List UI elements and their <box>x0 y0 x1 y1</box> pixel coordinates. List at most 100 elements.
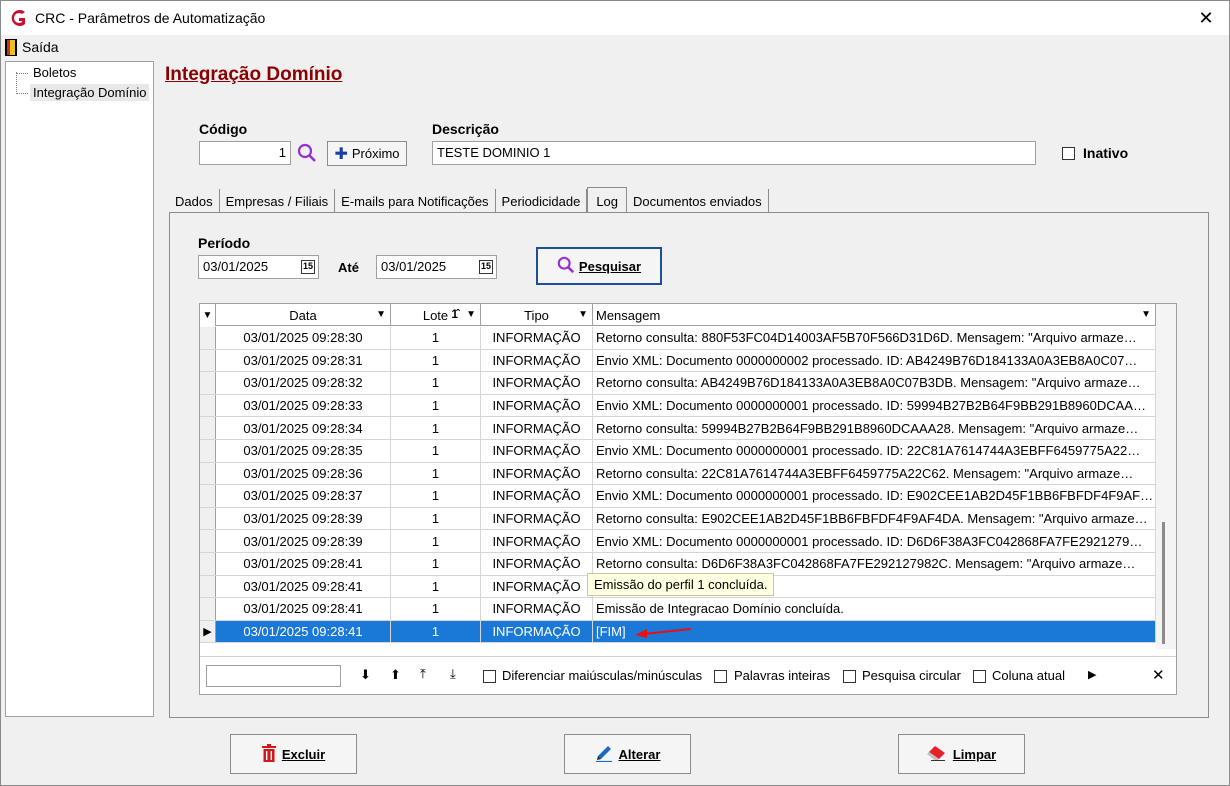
pesquisar-button[interactable]: Pesquisar <box>536 247 662 285</box>
tab-strip: Dados Empresas / Filiais E-mails para No… <box>169 187 769 214</box>
table-row[interactable]: 03/01/2025 09:28:31 1 INFORMAÇÃO Envio XML:… <box>200 349 1156 373</box>
column-header-label: Tipo <box>524 307 549 323</box>
excluir-button[interactable]: Excluir <box>230 734 357 774</box>
app-logo-icon <box>8 8 28 28</box>
current-row-indicator-icon: ▶ <box>203 626 212 639</box>
current-column-label: Coluna atual <box>992 668 1065 683</box>
find-first-icon[interactable]: ⤒ <box>420 666 426 682</box>
date-to-input[interactable]: 03/01/2025 15 <box>376 255 497 279</box>
whole-words-checkbox[interactable] <box>714 670 727 683</box>
tab-documentos-enviados[interactable]: Documentos enviados <box>627 189 769 213</box>
sort-ascending-icon[interactable]: 1̂ <box>451 307 458 321</box>
filter-icon[interactable]: ▼ <box>1141 309 1151 320</box>
calendar-icon[interactable]: 15 <box>479 260 493 274</box>
tab-empresas-filiais[interactable]: Empresas / Filiais <box>219 189 336 213</box>
date-from-value: 03/01/2025 <box>203 259 269 274</box>
close-find-bar-icon[interactable]: ✕ <box>1152 666 1165 684</box>
tree-item-integracao-dominio[interactable]: Integração Domínio <box>6 84 150 101</box>
tab-periodicidade[interactable]: Periodicidade <box>495 189 588 213</box>
tree-item-label: Integração Domínio <box>30 84 150 101</box>
table-row[interactable]: 03/01/2025 09:28:35 1 INFORMAÇÃO Envio XML:… <box>200 439 1156 463</box>
table-row[interactable]: 03/01/2025 09:28:32 1 INFORMAÇÃO Retorno co… <box>200 372 1156 395</box>
alterar-label: Alterar <box>618 746 661 762</box>
calendar-icon[interactable]: 15 <box>301 260 315 274</box>
scrollbar-thumb[interactable] <box>1162 522 1165 644</box>
periodo-label: Período <box>198 235 251 251</box>
filter-icon[interactable]: ▼ <box>466 309 476 320</box>
column-header-mensagem[interactable]: Mensagem ▼ <box>593 304 1156 326</box>
find-input[interactable] <box>206 665 341 687</box>
codigo-input[interactable]: 1 <box>199 141 291 165</box>
table-row[interactable]: 03/01/2025 09:28:34 1 INFORMAÇÃO Retorno co… <box>200 417 1156 440</box>
tab-emails-notificacoes[interactable]: E-mails para Notificações <box>335 189 496 213</box>
column-header-data[interactable]: Data ▼ <box>216 304 391 326</box>
find-last-icon[interactable]: ⤓ <box>450 666 456 682</box>
search-icon <box>557 256 575 277</box>
proximo-label: Próximo <box>351 146 400 161</box>
proximo-button[interactable]: ✚ Próximo <box>327 141 407 166</box>
title-bar: CRC - Parâmetros de Automatização ✕ <box>1 1 1229 35</box>
tree-item-label: Boletos <box>33 65 77 80</box>
filter-icon[interactable]: ▼ <box>578 309 588 320</box>
limpar-label: Limpar <box>952 746 997 762</box>
circular-search-checkbox[interactable] <box>843 670 856 683</box>
table-row[interactable]: 03/01/2025 09:28:37 1 INFORMAÇÃO Envio XML:… <box>200 485 1156 508</box>
cell-tooltip: Emissão do perfil 1 concluída. <box>587 573 775 596</box>
tab-log[interactable]: Log <box>587 187 628 214</box>
date-from-input[interactable]: 03/01/2025 15 <box>198 255 319 279</box>
find-bar: ⬇ ⬆ ⤒ ⤓ Diferenciar maiúsculas/minúscula… <box>200 656 1176 694</box>
menu-exit-label: Saída <box>22 39 59 55</box>
table-row[interactable]: 03/01/2025 09:28:33 1 INFORMAÇÃO Envio XML:… <box>200 394 1156 418</box>
table-row[interactable]: 03/01/2025 09:28:41 1 INFORMAÇÃO Emissão de… <box>200 598 1156 621</box>
find-next-icon[interactable]: ⬇ <box>360 667 371 683</box>
row-selector-header[interactable]: ▼ <box>200 304 216 326</box>
limpar-button[interactable]: Limpar <box>898 734 1025 774</box>
circular-search-label: Pesquisa circular <box>862 668 961 683</box>
nav-tree: Boletos Integração Domínio <box>5 61 154 717</box>
plus-icon: ✚ <box>334 145 348 163</box>
find-previous-icon[interactable]: ⬆ <box>390 667 401 683</box>
menu-bar: Saída <box>1 35 1229 59</box>
table-row[interactable]: 03/01/2025 09:28:36 1 INFORMAÇÃO Retorno co… <box>200 462 1156 486</box>
red-arrow-annotation <box>633 625 693 642</box>
exit-door-icon <box>5 38 17 56</box>
descricao-input[interactable]: TESTE DOMINIO 1 <box>432 141 1036 165</box>
codigo-label: Código <box>199 121 248 137</box>
column-header-lote[interactable]: Lote 1̂ ▼ <box>391 304 481 326</box>
triangle-down-icon: ▼ <box>202 309 213 321</box>
grid-header: ▼ Data ▼ Lote 1̂ ▼ Tipo ▼ Mensagem ▼ <box>200 304 1156 326</box>
column-header-label: Data <box>289 307 317 323</box>
inativo-label: Inativo <box>1083 145 1129 161</box>
filter-icon[interactable]: ▼ <box>376 309 386 320</box>
column-header-label: Lote <box>422 307 449 323</box>
case-sensitive-checkbox[interactable] <box>483 670 496 683</box>
table-row[interactable]: 03/01/2025 09:28:39 1 INFORMAÇÃO Retorno co… <box>200 507 1156 531</box>
pencil-icon <box>595 744 613 765</box>
eraser-icon <box>926 745 947 764</box>
excluir-label: Excluir <box>281 746 326 762</box>
current-column-checkbox[interactable] <box>973 670 986 683</box>
descricao-label: Descrição <box>432 121 499 137</box>
column-header-label: Mensagem <box>596 307 661 323</box>
more-options-arrow-icon[interactable]: ▶ <box>1088 668 1096 681</box>
window-title: CRC - Parâmetros de Automatização <box>35 10 266 26</box>
menu-exit[interactable]: Saída <box>5 38 59 56</box>
grid-vertical-scrollbar[interactable] <box>1156 304 1176 649</box>
inativo-checkbox[interactable] <box>1062 147 1075 160</box>
case-sensitive-label: Diferenciar maiúsculas/minúsculas <box>502 668 703 683</box>
alterar-button[interactable]: Alterar <box>564 734 691 774</box>
date-to-value: 03/01/2025 <box>381 259 447 274</box>
close-window-button[interactable]: ✕ <box>1195 7 1217 29</box>
page-title: Integração Domínio <box>165 64 343 85</box>
app-window: CRC - Parâmetros de Automatização ✕ Saíd… <box>0 0 1230 786</box>
tab-dados[interactable]: Dados <box>169 189 220 213</box>
ate-label: Até <box>338 260 359 275</box>
trash-icon <box>261 743 276 765</box>
column-header-tipo[interactable]: Tipo ▼ <box>481 304 593 326</box>
pesquisar-label: Pesquisar <box>578 258 642 274</box>
whole-words-label: Palavras inteiras <box>734 668 831 683</box>
search-icon[interactable] <box>297 143 317 163</box>
tree-item-boletos[interactable]: Boletos <box>6 65 79 80</box>
table-row[interactable]: 03/01/2025 09:28:39 1 INFORMAÇÃO Envio XML:… <box>200 530 1156 553</box>
table-row[interactable]: 03/01/2025 09:28:30 1 INFORMAÇÃO Retorno co… <box>200 327 1156 350</box>
